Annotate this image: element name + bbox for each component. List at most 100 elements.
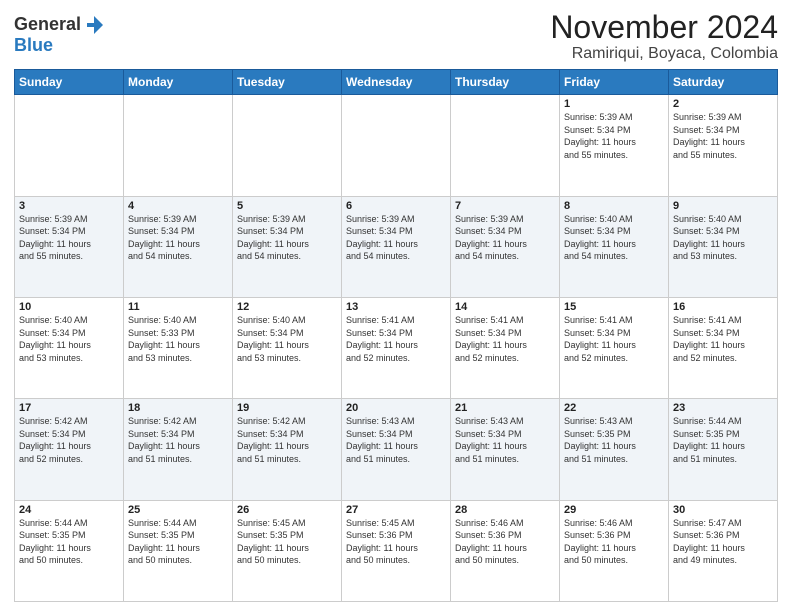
calendar-cell: 25Sunrise: 5:44 AMSunset: 5:35 PMDayligh…	[124, 500, 233, 601]
calendar-cell: 3Sunrise: 5:39 AMSunset: 5:34 PMDaylight…	[15, 196, 124, 297]
cell-info-text: Sunrise: 5:39 AMSunset: 5:34 PMDaylight:…	[128, 213, 228, 263]
calendar-cell: 22Sunrise: 5:43 AMSunset: 5:35 PMDayligh…	[560, 399, 669, 500]
col-tuesday: Tuesday	[233, 70, 342, 95]
cell-day-number: 28	[455, 504, 555, 516]
calendar-cell: 6Sunrise: 5:39 AMSunset: 5:34 PMDaylight…	[342, 196, 451, 297]
cell-info-text: Sunrise: 5:39 AMSunset: 5:34 PMDaylight:…	[455, 213, 555, 263]
cell-day-number: 16	[673, 301, 773, 313]
cell-info-text: Sunrise: 5:42 AMSunset: 5:34 PMDaylight:…	[128, 415, 228, 465]
cell-info-text: Sunrise: 5:44 AMSunset: 5:35 PMDaylight:…	[19, 517, 119, 567]
cell-info-text: Sunrise: 5:46 AMSunset: 5:36 PMDaylight:…	[564, 517, 664, 567]
cell-day-number: 18	[128, 402, 228, 414]
col-thursday: Thursday	[451, 70, 560, 95]
calendar-cell: 14Sunrise: 5:41 AMSunset: 5:34 PMDayligh…	[451, 297, 560, 398]
cell-day-number: 30	[673, 504, 773, 516]
logo: General Blue	[14, 14, 105, 56]
calendar-cell: 29Sunrise: 5:46 AMSunset: 5:36 PMDayligh…	[560, 500, 669, 601]
cell-day-number: 20	[346, 402, 446, 414]
cell-day-number: 25	[128, 504, 228, 516]
calendar-cell: 17Sunrise: 5:42 AMSunset: 5:34 PMDayligh…	[15, 399, 124, 500]
cell-day-number: 12	[237, 301, 337, 313]
cell-day-number: 23	[673, 402, 773, 414]
calendar-week-2: 3Sunrise: 5:39 AMSunset: 5:34 PMDaylight…	[15, 196, 778, 297]
cell-info-text: Sunrise: 5:39 AMSunset: 5:34 PMDaylight:…	[346, 213, 446, 263]
col-monday: Monday	[124, 70, 233, 95]
cell-day-number: 14	[455, 301, 555, 313]
cell-info-text: Sunrise: 5:43 AMSunset: 5:34 PMDaylight:…	[346, 415, 446, 465]
cell-day-number: 15	[564, 301, 664, 313]
cell-day-number: 21	[455, 402, 555, 414]
cell-day-number: 2	[673, 98, 773, 110]
cell-info-text: Sunrise: 5:40 AMSunset: 5:34 PMDaylight:…	[564, 213, 664, 263]
cell-day-number: 8	[564, 200, 664, 212]
calendar-cell: 15Sunrise: 5:41 AMSunset: 5:34 PMDayligh…	[560, 297, 669, 398]
calendar-cell: 19Sunrise: 5:42 AMSunset: 5:34 PMDayligh…	[233, 399, 342, 500]
col-sunday: Sunday	[15, 70, 124, 95]
header: General Blue November 2024 Ramiriqui, Bo…	[14, 10, 778, 63]
cell-info-text: Sunrise: 5:40 AMSunset: 5:34 PMDaylight:…	[237, 314, 337, 364]
calendar-cell	[124, 95, 233, 196]
page: General Blue November 2024 Ramiriqui, Bo…	[0, 0, 792, 612]
cell-day-number: 26	[237, 504, 337, 516]
cell-day-number: 7	[455, 200, 555, 212]
calendar-cell	[233, 95, 342, 196]
calendar-week-3: 10 Sunrise: 5:40 AMSunset: 5:34 PMDayligh…	[15, 297, 778, 398]
cell-day-number: 22	[564, 402, 664, 414]
calendar-table: Sunday Monday Tuesday Wednesday Thursday…	[14, 69, 778, 602]
calendar-cell: 10Sunrise: 5:40 AMSunset: 5:34 PMDayligh…	[15, 297, 124, 398]
logo-general-text: General	[14, 15, 81, 35]
calendar-header-row: Sunday Monday Tuesday Wednesday Thursday…	[15, 70, 778, 95]
page-title: November 2024	[550, 10, 778, 45]
cell-day-number: 24	[19, 504, 119, 516]
cell-info-text: Sunrise: 5:44 AMSunset: 5:35 PMDaylight:…	[673, 415, 773, 465]
cell-day-number: 29	[564, 504, 664, 516]
cell-day-number: 10	[19, 301, 119, 313]
calendar-cell: 26Sunrise: 5:45 AMSunset: 5:35 PMDayligh…	[233, 500, 342, 601]
cell-info-text: Sunrise: 5:39 AMSunset: 5:34 PMDaylight:…	[237, 213, 337, 263]
calendar-cell: 21Sunrise: 5:43 AMSunset: 5:34 PMDayligh…	[451, 399, 560, 500]
calendar-cell: 9Sunrise: 5:40 AMSunset: 5:34 PMDaylight…	[669, 196, 778, 297]
cell-day-number: 1	[564, 98, 664, 110]
calendar-cell: 20Sunrise: 5:43 AMSunset: 5:34 PMDayligh…	[342, 399, 451, 500]
calendar-cell: 18Sunrise: 5:42 AMSunset: 5:34 PMDayligh…	[124, 399, 233, 500]
cell-info-text: Sunrise: 5:41 AMSunset: 5:34 PMDaylight:…	[346, 314, 446, 364]
calendar-cell	[451, 95, 560, 196]
calendar-cell: 5Sunrise: 5:39 AMSunset: 5:34 PMDaylight…	[233, 196, 342, 297]
calendar-week-5: 24Sunrise: 5:44 AMSunset: 5:35 PMDayligh…	[15, 500, 778, 601]
calendar-week-4: 17 Sunrise: 5:42 AMSunset: 5:34 PMDayligh…	[15, 399, 778, 500]
logo-icon	[83, 14, 105, 36]
cell-day-number: 3	[19, 200, 119, 212]
calendar-cell: 2Sunrise: 5:39 AMSunset: 5:34 PMDaylight…	[669, 95, 778, 196]
calendar-cell: 16Sunrise: 5:41 AMSunset: 5:34 PMDayligh…	[669, 297, 778, 398]
calendar-cell	[342, 95, 451, 196]
cell-info-text: Sunrise: 5:40 AMSunset: 5:33 PMDaylight:…	[128, 314, 228, 364]
calendar-cell: 8Sunrise: 5:40 AMSunset: 5:34 PMDaylight…	[560, 196, 669, 297]
calendar-cell: 28Sunrise: 5:46 AMSunset: 5:36 PMDayligh…	[451, 500, 560, 601]
cell-info-text: Sunrise: 5:47 AMSunset: 5:36 PMDaylight:…	[673, 517, 773, 567]
cell-info-text: Sunrise: 5:44 AMSunset: 5:35 PMDaylight:…	[128, 517, 228, 567]
cell-info-text: Sunrise: 5:43 AMSunset: 5:35 PMDaylight:…	[564, 415, 664, 465]
calendar-cell: 12Sunrise: 5:40 AMSunset: 5:34 PMDayligh…	[233, 297, 342, 398]
page-subtitle: Ramiriqui, Boyaca, Colombia	[550, 45, 778, 63]
calendar-cell: 27Sunrise: 5:45 AMSunset: 5:36 PMDayligh…	[342, 500, 451, 601]
cell-day-number: 17	[19, 402, 119, 414]
cell-day-number: 5	[237, 200, 337, 212]
cell-info-text: Sunrise: 5:39 AMSunset: 5:34 PMDaylight:…	[673, 111, 773, 161]
cell-info-text: Sunrise: 5:40 AMSunset: 5:34 PMDaylight:…	[673, 213, 773, 263]
cell-info-text: Sunrise: 5:43 AMSunset: 5:34 PMDaylight:…	[455, 415, 555, 465]
cell-info-text: Sunrise: 5:41 AMSunset: 5:34 PMDaylight:…	[673, 314, 773, 364]
calendar-cell: 13Sunrise: 5:41 AMSunset: 5:34 PMDayligh…	[342, 297, 451, 398]
cell-info-text: Sunrise: 5:39 AMSunset: 5:34 PMDaylight:…	[19, 213, 119, 263]
cell-info-text: Sunrise: 5:41 AMSunset: 5:34 PMDaylight:…	[455, 314, 555, 364]
cell-info-text: Sunrise: 5:45 AMSunset: 5:36 PMDaylight:…	[346, 517, 446, 567]
cell-info-text: Sunrise: 5:45 AMSunset: 5:35 PMDaylight:…	[237, 517, 337, 567]
col-friday: Friday	[560, 70, 669, 95]
cell-info-text: Sunrise: 5:41 AMSunset: 5:34 PMDaylight:…	[564, 314, 664, 364]
cell-day-number: 4	[128, 200, 228, 212]
title-block: November 2024 Ramiriqui, Boyaca, Colombi…	[550, 10, 778, 63]
col-saturday: Saturday	[669, 70, 778, 95]
cell-info-text: Sunrise: 5:39 AMSunset: 5:34 PMDaylight:…	[564, 111, 664, 161]
cell-day-number: 11	[128, 301, 228, 313]
col-wednesday: Wednesday	[342, 70, 451, 95]
calendar-cell: 23Sunrise: 5:44 AMSunset: 5:35 PMDayligh…	[669, 399, 778, 500]
